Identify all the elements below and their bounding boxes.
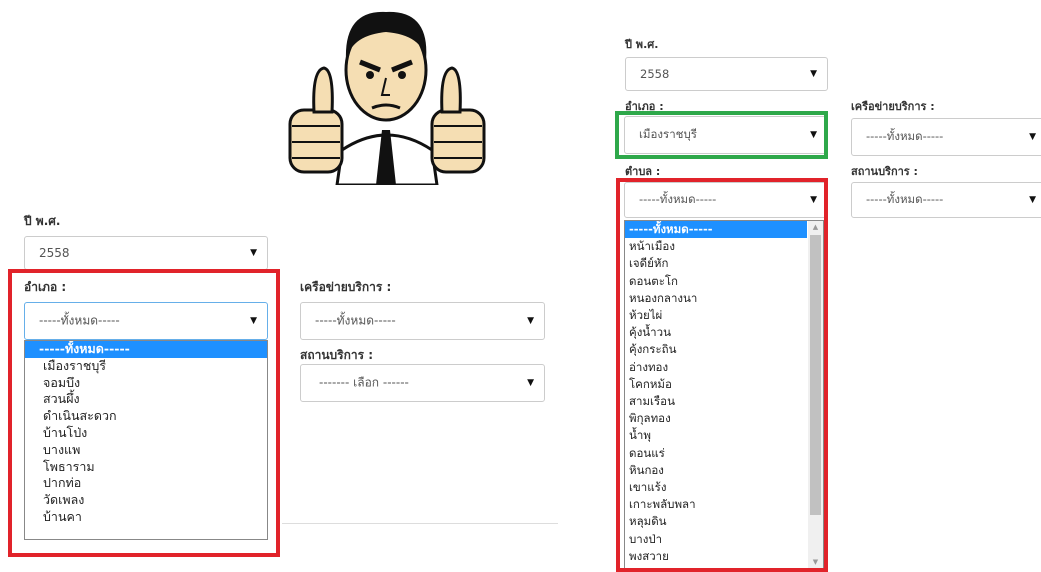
dropdown-caret-icon: ▼ <box>810 69 817 79</box>
right-year-select[interactable]: 2558 ▼ <box>625 57 828 91</box>
dropdown-caret-icon: ▼ <box>527 316 534 326</box>
divider <box>282 523 558 524</box>
left-network-select[interactable]: -----ทั้งหมด----- ▼ <box>300 302 545 340</box>
left-network-value: -----ทั้งหมด----- <box>315 313 396 328</box>
left-service-value: ------- เลือก ------ <box>319 375 409 390</box>
right-service-label: สถานบริการ : <box>851 165 918 178</box>
dropdown-caret-icon: ▼ <box>1029 132 1036 142</box>
left-service-label: สถานบริการ : <box>300 348 374 362</box>
left-service-select[interactable]: ------- เลือก ------ ▼ <box>300 364 545 402</box>
right-network-value: -----ทั้งหมด----- <box>866 129 944 143</box>
right-year-label: ปี พ.ศ. <box>625 38 659 51</box>
thumbs-up-man-illustration <box>288 11 486 185</box>
left-year-value: 2558 <box>39 246 70 260</box>
left-network-label: เครือข่ายบริการ : <box>300 280 392 294</box>
highlight-green-box <box>615 111 828 159</box>
dropdown-caret-icon: ▼ <box>527 378 534 388</box>
highlight-red-box <box>8 269 280 557</box>
right-network-select[interactable]: -----ทั้งหมด----- ▼ <box>851 118 1041 156</box>
highlight-red-box <box>616 178 828 572</box>
right-year-value: 2558 <box>640 67 670 81</box>
right-network-label: เครือข่ายบริการ : <box>851 100 935 113</box>
dropdown-caret-icon: ▼ <box>250 248 257 258</box>
right-service-select[interactable]: -----ทั้งหมด----- ▼ <box>851 182 1041 218</box>
dropdown-caret-icon: ▼ <box>1029 195 1036 205</box>
right-service-value: -----ทั้งหมด----- <box>866 192 944 206</box>
left-year-select[interactable]: 2558 ▼ <box>24 236 268 270</box>
left-year-label: ปี พ.ศ. <box>24 214 61 228</box>
